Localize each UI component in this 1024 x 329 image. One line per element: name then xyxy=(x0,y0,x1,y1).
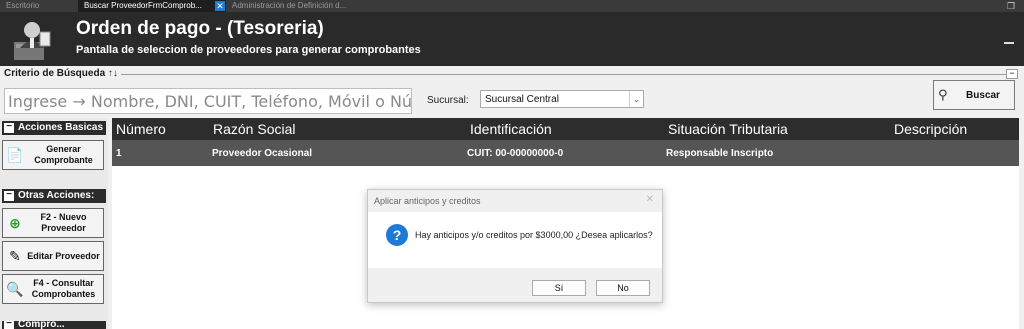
sucursal-select[interactable]: Sucursal Central ⌄ xyxy=(480,90,644,108)
column-header-razon-social[interactable]: Razón Social xyxy=(213,121,296,137)
acciones-basicas-label: Acciones Basicas xyxy=(18,122,104,133)
buscar-label: Buscar xyxy=(966,89,1000,101)
collapse-icon[interactable]: − xyxy=(1006,69,1018,79)
dialog-message: Hay anticipos y/o creditos por $3000,00 … xyxy=(415,230,653,240)
tab-administracion[interactable]: Administración de Definición d... xyxy=(226,0,366,12)
collapse-icon[interactable]: − xyxy=(4,190,14,201)
plus-circle-icon: ⊕ xyxy=(9,214,21,231)
grid-header: Número Razón Social Identificación Situa… xyxy=(112,118,1019,140)
page-header: Orden de pago - (Tesoreria) Pantalla de … xyxy=(0,12,1024,66)
criteria-legend[interactable]: Criterio de Búsqueda ↑↓ xyxy=(4,68,121,79)
comprobantes-label: Compro... xyxy=(18,321,65,329)
aplicar-anticipos-dialog: Aplicar anticipos y creditos ✕ ? Hay ant… xyxy=(367,189,663,303)
cell-numero: 1 xyxy=(116,148,122,159)
collapse-icon[interactable]: − xyxy=(4,321,14,329)
cashier-person-icon xyxy=(14,22,51,60)
buscar-button[interactable]: ⚲ Buscar xyxy=(933,80,1015,110)
edit-icon: ✎ xyxy=(9,247,21,264)
generar-comprobante-label: Generar Comprobante xyxy=(34,144,93,165)
question-icon: ? xyxy=(386,224,408,246)
editar-proveedor-button[interactable]: ✎ Editar Proveedor xyxy=(2,241,104,271)
otras-acciones-label: Otras Acciones: xyxy=(18,190,95,201)
actions-sidebar: − Acciones Basicas 📄 Generar Comprobante… xyxy=(0,118,108,329)
nuevo-proveedor-button[interactable]: ⊕ F2 - Nuevo Proveedor xyxy=(2,208,104,238)
table-row[interactable]: 1 Proveedor Ocasional CUIT: 00-00000000-… xyxy=(112,140,1019,166)
tab-bar: Escritorio Buscar ProveedorFrmComprob...… xyxy=(0,0,1024,12)
tab-escritorio[interactable]: Escritorio xyxy=(0,0,78,12)
sucursal-label: Sucursal: xyxy=(427,95,469,106)
column-header-descripcion[interactable]: Descripción xyxy=(894,121,967,137)
consultar-comprobantes-button[interactable]: 🔍 F4 - Consultar Comprobantes xyxy=(2,274,104,304)
tab-buscar-proveedor[interactable]: Buscar ProveedorFrmComprob... ✕ xyxy=(78,0,226,12)
page-title: Orden de pago - (Tesoreria) xyxy=(76,18,324,39)
nuevo-proveedor-label: F2 - Nuevo Proveedor xyxy=(40,212,87,233)
yes-button[interactable]: Sí xyxy=(532,280,586,296)
column-header-situacion[interactable]: Situación Tributaria xyxy=(668,121,788,137)
tab-buscar-proveedor-label: Buscar ProveedorFrmComprob... xyxy=(84,1,202,10)
magnifier-icon: 🔍 xyxy=(6,280,24,297)
editar-proveedor-label: Editar Proveedor xyxy=(27,250,100,261)
otras-acciones-header[interactable]: − Otras Acciones: xyxy=(2,189,106,203)
page-subtitle: Pantalla de seleccion de proveedores par… xyxy=(76,44,421,56)
no-button[interactable]: No xyxy=(596,280,650,296)
search-criteria-panel: Criterio de Búsqueda ↑↓ − Ingrese → Nomb… xyxy=(0,66,1024,118)
generar-comprobante-button[interactable]: 📄 Generar Comprobante xyxy=(2,140,104,170)
search-input[interactable]: Ingrese → Nombre, DNI, CUIT, Teléfono, M… xyxy=(4,88,412,114)
binoculars-icon: ⚲ xyxy=(938,87,948,102)
minimize-icon[interactable] xyxy=(1004,34,1014,44)
column-header-numero[interactable]: Número xyxy=(116,121,166,137)
collapse-icon[interactable]: − xyxy=(4,122,14,133)
criteria-divider xyxy=(4,74,1018,75)
close-icon[interactable]: ✕ xyxy=(215,1,225,11)
sucursal-selected-value: Sucursal Central xyxy=(485,94,559,105)
consultar-comprobantes-label: F4 - Consultar Comprobantes xyxy=(31,278,96,299)
restore-icon[interactable]: ❐ xyxy=(1006,0,1016,12)
chevron-down-icon[interactable]: ⌄ xyxy=(629,91,643,107)
dialog-body: ? Hay anticipos y/o creditos por $3000,0… xyxy=(368,212,662,268)
cell-razon-social: Proveedor Ocasional xyxy=(212,148,313,159)
dialog-title: Aplicar anticipos y creditos xyxy=(374,196,481,206)
cell-identificacion: CUIT: 00-00000000-0 xyxy=(467,148,564,159)
column-header-identificacion[interactable]: Identificación xyxy=(470,121,552,137)
comprobantes-header[interactable]: − Compro... xyxy=(2,321,106,329)
close-icon[interactable]: ✕ xyxy=(646,194,654,205)
cell-situacion: Responsable Inscripto xyxy=(666,148,774,159)
acciones-basicas-header[interactable]: − Acciones Basicas xyxy=(2,121,106,135)
document-add-icon: 📄 xyxy=(6,146,24,163)
